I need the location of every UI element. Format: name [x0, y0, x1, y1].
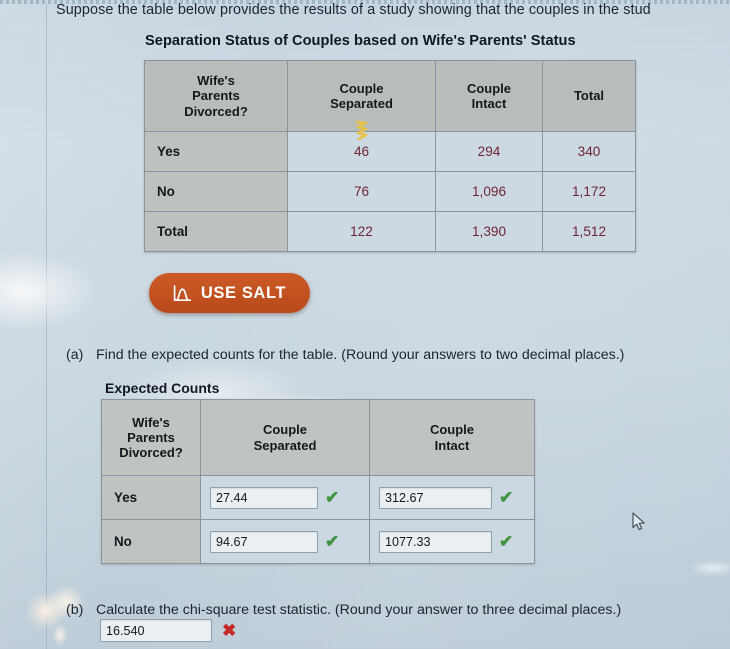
table-row: Yes ✔ ✔ — [101, 475, 535, 520]
header-line: Parents — [192, 88, 240, 104]
part-b-question: Calculate the chi-square test statistic.… — [96, 602, 622, 618]
use-salt-label: USE SALT — [200, 283, 287, 302]
table-header-row: Wife's Parents Divorced? Couple Separate… — [101, 399, 535, 476]
cell-no-total: 1,172 — [542, 171, 636, 212]
part-b-marker: (b) — [66, 602, 84, 618]
correct-check-icon: ✔ — [499, 488, 514, 507]
table-row: No ✔ ✔ — [101, 519, 535, 564]
table-row: Yes 46 294 340 — [144, 131, 636, 172]
header-line: Divorced? — [184, 103, 248, 119]
chi-square-statistic-input[interactable] — [100, 619, 212, 642]
header-line: Divorced? — [119, 445, 183, 461]
cell-yes-total: 340 — [542, 131, 636, 172]
mouse-pointer-icon — [632, 512, 645, 531]
column-header-wife-parents-divorced: Wife's Parents Divorced? — [101, 399, 201, 476]
main-table-title: Separation Status of Couples based on Wi… — [145, 33, 576, 49]
header-line: Separated — [330, 96, 393, 111]
expected-yes-intact-input[interactable] — [379, 486, 492, 509]
correct-check-icon: ✔ — [325, 532, 340, 551]
cell-no-intact: 1,096 — [435, 171, 543, 212]
header-line: Intact — [434, 437, 470, 453]
bell-curve-icon — [173, 284, 192, 301]
expected-yes-separated-input[interactable] — [210, 486, 318, 509]
column-header-couple-separated: Couple Separated — [200, 399, 370, 476]
correct-check-icon: ✔ — [499, 532, 514, 551]
part-a-marker: (a) — [66, 347, 84, 363]
correct-check-icon: ✔ — [325, 488, 340, 507]
expected-counts-heading: Expected Counts — [105, 380, 220, 396]
header-line: Intact — [471, 96, 507, 111]
header-line: Couple — [466, 80, 512, 96]
incorrect-cross-icon: ✖ — [222, 621, 237, 640]
header-line: Separated — [253, 437, 317, 453]
cell-expected-no-intact: ✔ — [369, 519, 535, 564]
table-header-row: Wife's Parents Divorced? Couple Separate… — [144, 60, 636, 132]
header-line: Wife's — [132, 414, 170, 430]
header-line: Wife's — [197, 73, 235, 88]
row-label-yes: Yes — [144, 131, 288, 172]
cell-yes-separated: 46 — [287, 131, 436, 172]
column-header-total: Total — [542, 60, 636, 132]
column-header-couple-intact: Couple Intact — [435, 60, 543, 132]
row-label-no: No — [144, 171, 288, 212]
table-row: Total 122 1,390 1,512 — [144, 211, 636, 252]
cell-no-separated: 76 — [287, 171, 436, 212]
header-line: Couple — [429, 422, 475, 438]
column-header-wife-parents-divorced: Wife's Parents Divorced? — [144, 60, 288, 132]
problem-intro-text: Suppose the table below provides the res… — [56, 2, 651, 18]
part-a-question: Find the expected counts for the table. … — [96, 347, 625, 363]
cell-total-total: 1,512 — [542, 211, 636, 252]
cell-expected-no-separated: ✔ — [200, 519, 370, 564]
expected-no-separated-input[interactable] — [210, 530, 318, 553]
cell-total-separated: 122 — [287, 211, 436, 252]
header-line: Total — [573, 88, 605, 104]
row-label-no: No — [101, 519, 201, 564]
header-line: Couple — [339, 80, 384, 96]
use-salt-button[interactable]: USE SALT — [149, 273, 310, 313]
expected-counts-table: Wife's Parents Divorced? Couple Separate… — [101, 399, 535, 564]
cell-total-intact: 1,390 — [435, 211, 543, 252]
cell-expected-yes-separated: ✔ — [200, 475, 370, 520]
header-line: Parents — [127, 429, 175, 445]
column-header-couple-intact: Couple Intact — [369, 399, 535, 476]
column-header-couple-separated: Couple Separated — [287, 60, 436, 132]
header-line: Couple — [262, 422, 308, 438]
part-b-answer-row: ✖ — [100, 619, 236, 642]
separation-status-table: Wife's Parents Divorced? Couple Separate… — [144, 60, 636, 252]
row-label-total: Total — [144, 211, 288, 252]
cell-yes-intact: 294 — [435, 131, 543, 172]
cell-expected-yes-intact: ✔ — [369, 475, 535, 520]
expected-no-intact-input[interactable] — [379, 530, 492, 553]
table-row: No 76 1,096 1,172 — [144, 171, 636, 212]
row-label-yes: Yes — [101, 475, 201, 520]
